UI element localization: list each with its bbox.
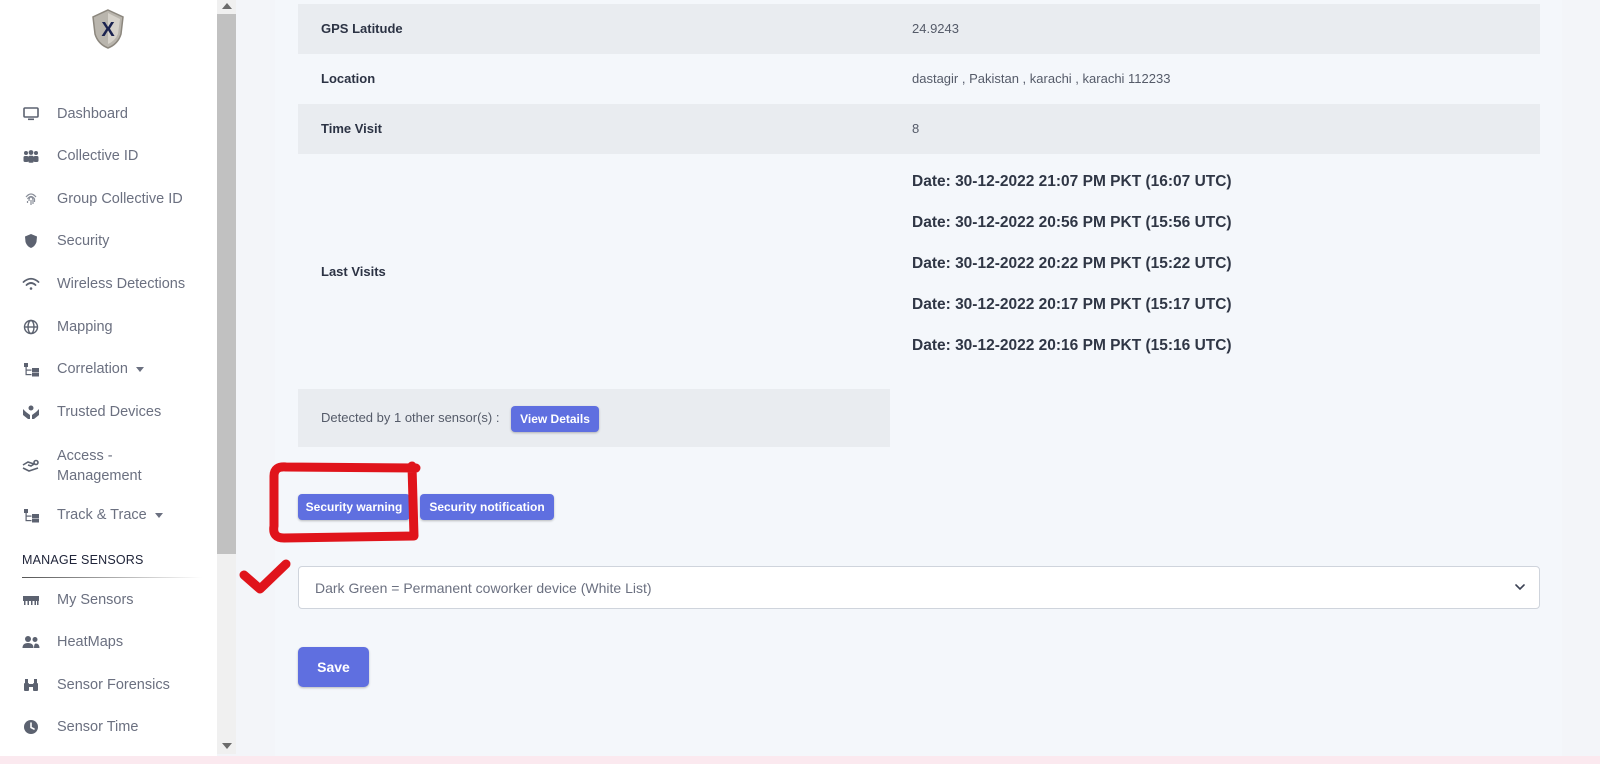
sidebar-item-label: My Sensors [57, 592, 134, 608]
sidebar-item-label: Security [57, 233, 110, 249]
last-visit-date: Date: 30-12-2022 20:22 PM PKT (15:22 UTC… [912, 255, 1232, 272]
sidebar-item-label: Mapping [57, 319, 113, 335]
row-label: Location [321, 71, 376, 86]
sidebar-item-label: Trusted Devices [57, 404, 162, 420]
svg-text:X: X [101, 19, 115, 41]
sidebar-item-label: HeatMaps [57, 634, 124, 650]
last-visit-date: Date: 30-12-2022 20:56 PM PKT (15:56 UTC… [912, 214, 1232, 231]
caret-down-icon [154, 512, 163, 518]
binoculars-icon [22, 676, 40, 694]
sidebar-item-correlation[interactable]: Correlation [0, 351, 217, 387]
sidebar-item-label: Group Collective ID [57, 191, 183, 207]
monitor-icon [22, 105, 40, 123]
table-row-location: Location dastagir , Pakistan , karachi ,… [298, 54, 1540, 104]
hands-icon [22, 403, 40, 421]
sidebar-item-trusted-devices[interactable]: Trusted Devices [0, 394, 217, 430]
logo-shield-icon[interactable]: X [90, 8, 126, 50]
sitemap-icon [22, 506, 40, 524]
row-label: Time Visit [321, 121, 382, 136]
device-classification-select[interactable]: Dark Green = Permanent coworker device (… [298, 566, 1540, 609]
row-label: GPS Latitude [321, 21, 403, 36]
view-details-button[interactable]: View Details [511, 406, 599, 432]
clock-icon [22, 718, 40, 736]
sensor-icon [22, 591, 40, 609]
row-label: Last Visits [321, 264, 386, 279]
table-row-gps-latitude: GPS Latitude 24.9243 [298, 4, 1540, 54]
detected-by-text: Detected by 1 other sensor(s) : [321, 410, 500, 425]
sidebar-item-dashboard[interactable]: Dashboard [0, 96, 217, 132]
sidebar-item-collective-id[interactable]: Collective ID [0, 138, 217, 174]
globe-icon [22, 318, 40, 336]
wifi-icon [22, 275, 40, 293]
users-icon [22, 147, 40, 165]
sitemap-icon [22, 360, 40, 378]
shield-icon [22, 232, 40, 250]
sidebar-scrollbar-thumb[interactable] [217, 14, 236, 554]
row-value: 24.9243 [912, 21, 959, 36]
section-divider [22, 577, 202, 578]
save-button[interactable]: Save [298, 647, 369, 687]
sidebar-item-wireless-detections[interactable]: Wireless Detections [0, 266, 217, 302]
hand-key-icon [22, 457, 40, 475]
sidebar-item-access-management[interactable]: Access - Management [0, 444, 217, 488]
security-notification-button[interactable]: Security notification [420, 494, 554, 520]
sidebar-item-mapping[interactable]: Mapping [0, 309, 217, 345]
scroll-down-arrow-icon[interactable] [222, 743, 232, 749]
sidebar-item-sensor-forensics[interactable]: Sensor Forensics [0, 667, 217, 703]
sidebar-item-label: Sensor Time [57, 719, 139, 735]
sidebar-item-label: Correlation [57, 361, 144, 377]
fingerprint-icon [22, 190, 40, 208]
row-value: 8 [912, 121, 920, 136]
sidebar-item-sensor-time[interactable]: Sensor Time [0, 709, 217, 745]
sidebar-item-label: Collective ID [57, 148, 139, 164]
chevron-down-icon [1515, 584, 1525, 591]
table-row-time-visit: Time Visit 8 [298, 104, 1540, 154]
sidebar-item-my-sensors[interactable]: My Sensors [0, 582, 217, 618]
sidebar-item-label: Track & Trace [57, 507, 163, 523]
last-visit-date: Date: 30-12-2022 20:16 PM PKT (15:16 UTC… [912, 337, 1232, 354]
sidebar-item-label: Sensor Forensics [57, 677, 170, 693]
row-value: dastagir , Pakistan , karachi , karachi … [912, 71, 1171, 86]
last-visit-date: Date: 30-12-2022 20:17 PM PKT (15:17 UTC… [912, 296, 1232, 313]
caret-down-icon [135, 366, 144, 372]
sidebar-item-label: Dashboard [57, 106, 128, 122]
manage-sensors-heading: MANAGE SENSORS [22, 553, 144, 567]
selected-option: Dark Green = Permanent coworker device (… [315, 580, 652, 596]
sidebar-item-security[interactable]: Security [0, 223, 217, 259]
sidebar-item-track-trace[interactable]: Track & Trace [0, 497, 217, 533]
last-visit-date: Date: 30-12-2022 21:07 PM PKT (16:07 UTC… [912, 173, 1232, 190]
bottom-strip [0, 756, 1600, 764]
sidebar-item-group-collective-id[interactable]: Group Collective ID [0, 181, 217, 217]
sidebar-item-label: Access - Management [57, 448, 142, 484]
sidebar-item-heatmaps[interactable]: HeatMaps [0, 624, 217, 660]
scroll-up-arrow-icon[interactable] [222, 3, 232, 9]
group-icon [22, 633, 40, 651]
security-warning-button[interactable]: Security warning [298, 494, 410, 520]
sidebar-item-label: Wireless Detections [57, 276, 186, 292]
sidebar: X Dashboard Collective ID Group Collecti… [0, 0, 217, 764]
